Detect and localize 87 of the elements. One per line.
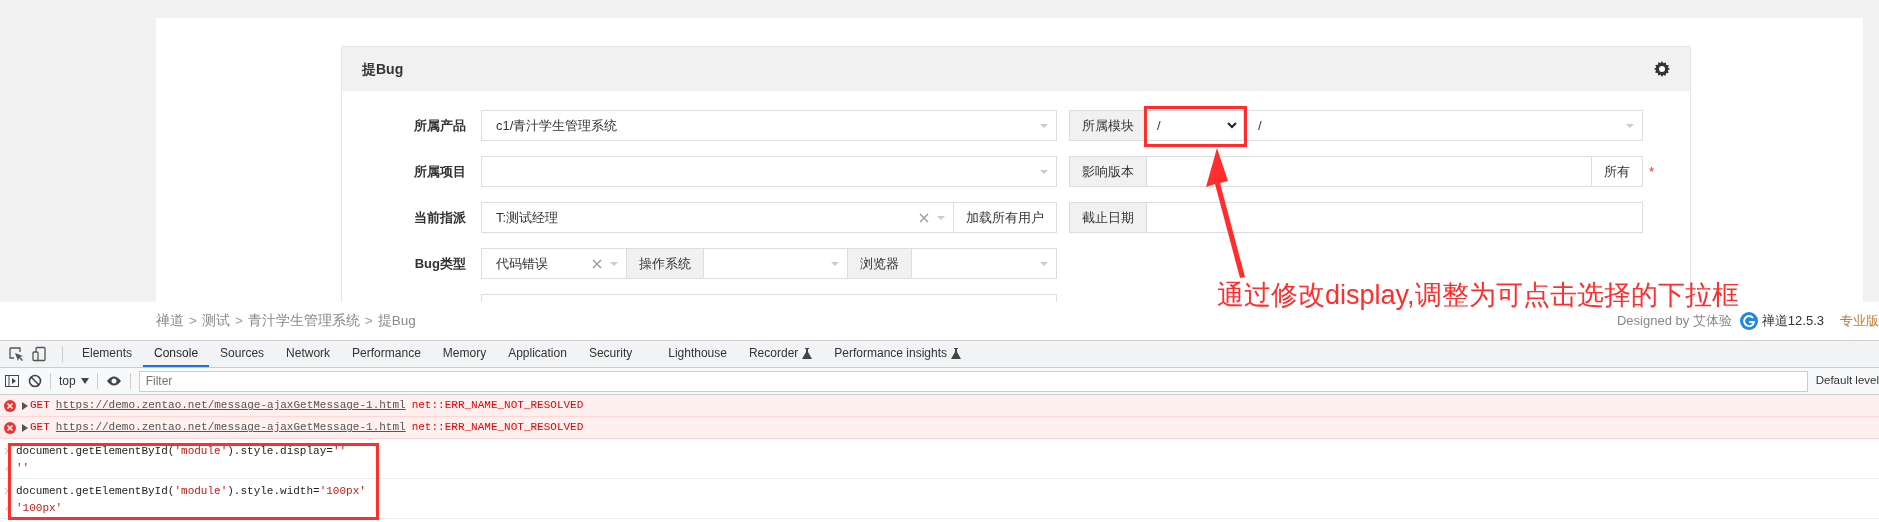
device-icon[interactable] <box>32 346 48 362</box>
select-field[interactable]: 代码错误 <box>481 248 627 279</box>
caret-icon <box>80 378 89 384</box>
caret-icon <box>1040 123 1048 128</box>
edition-link[interactable]: 专业版 <box>1840 311 1879 331</box>
filter-field[interactable]: Filter <box>138 370 1808 392</box>
select-field[interactable] <box>481 156 1057 187</box>
devtools-tab[interactable]: Performance <box>341 341 432 367</box>
selected-value: c1/青汁学生管理系统 <box>496 116 619 135</box>
console-command: document.getElementById('module').style.display='' <box>16 443 347 459</box>
expand-icon[interactable] <box>22 401 28 410</box>
field-label: 当前指派 <box>413 208 467 227</box>
error-icon <box>4 399 16 412</box>
eye-icon[interactable] <box>105 375 122 387</box>
field-label: 操作系统 <box>625 248 704 279</box>
clear-icon[interactable] <box>919 212 929 223</box>
caret-icon <box>1040 169 1048 174</box>
chevron-icon <box>1227 122 1237 129</box>
error-message: net::ERR_NAME_NOT_RESOLVED <box>411 420 584 436</box>
field-label: 所属产品 <box>413 116 467 135</box>
field-label: 所属模块 <box>1069 110 1147 141</box>
selected-value: / <box>1157 116 1161 135</box>
breadcrumb-separator: > <box>189 311 197 330</box>
devtools-tab[interactable]: Lighthouse <box>657 341 738 367</box>
form-title: 提Bug <box>362 59 404 79</box>
clear-console-icon[interactable] <box>28 374 42 388</box>
select-field[interactable] <box>911 248 1057 279</box>
settings-icon[interactable] <box>1654 61 1670 77</box>
breadcrumb-separator: > <box>234 311 243 330</box>
select-field[interactable]: c1/青汁学生管理系统 <box>481 110 1057 141</box>
field-label: Bug类型 <box>413 254 467 273</box>
field-label: 浏览器 <box>847 248 913 279</box>
field-button[interactable]: 所有 <box>1591 156 1643 187</box>
request-url[interactable]: https://demo.zentao.net/message-ajaxGetMessage-1.html <box>55 419 406 436</box>
log-level-select[interactable]: Default level <box>1815 372 1879 390</box>
devtools-tab[interactable]: Security <box>577 341 644 367</box>
prompt-icon <box>4 487 10 495</box>
designed-by-text: Designed by 艾体验 <box>1616 312 1732 331</box>
caret-icon <box>937 215 945 220</box>
error-icon <box>4 421 16 434</box>
field-label: 影响版本 <box>1069 156 1147 187</box>
result-icon <box>4 504 10 513</box>
sidebar-toggle-icon[interactable] <box>4 373 20 389</box>
field-button[interactable]: 加载所有用户 <box>953 202 1057 233</box>
devtools-tab[interactable]: Performance insights <box>823 341 973 367</box>
caret-icon <box>831 261 840 266</box>
dropdown-select[interactable]: / <box>1146 110 1244 141</box>
caret-icon <box>1626 123 1634 128</box>
devtools-tab[interactable]: Network <box>275 341 342 367</box>
breadcrumb-item[interactable]: 禅道 <box>156 310 184 332</box>
request-method: GET <box>30 420 50 436</box>
select-field[interactable]: T:测试经理 <box>481 202 954 233</box>
devtools-tab[interactable]: Memory <box>431 341 498 367</box>
field-label: 截止日期 <box>1069 202 1147 233</box>
clear-icon[interactable] <box>591 258 602 269</box>
error-message: net::ERR_NAME_NOT_RESOLVED <box>411 398 584 414</box>
devtools-tab[interactable]: Sources <box>209 341 276 367</box>
input-field[interactable] <box>1146 156 1592 187</box>
selected-value: / <box>1258 116 1263 135</box>
console-command: document.getElementById('module').style.width='100px' <box>16 483 366 499</box>
selected-value: T:测试经理 <box>496 208 560 227</box>
request-method: GET <box>30 398 50 414</box>
field-label: 所属项目 <box>413 162 467 181</box>
inspect-icon[interactable] <box>8 346 24 362</box>
required-mark: * <box>1648 162 1656 181</box>
devtools-tab[interactable]: Application <box>497 341 578 367</box>
version-text: 禅道12.5.3 <box>1761 312 1824 331</box>
request-url[interactable]: https://demo.zentao.net/message-ajaxGetMessage-1.html <box>55 397 406 414</box>
caret-icon <box>1040 261 1048 266</box>
expand-icon[interactable] <box>22 423 28 432</box>
select-field[interactable] <box>702 248 849 279</box>
selected-value: 代码错误 <box>496 254 549 273</box>
annotation-text: 通过修改display,调整为可点击选择的下拉框 <box>1217 279 1739 312</box>
devtools-tab[interactable]: Recorder <box>737 341 824 367</box>
breadcrumb-separator: > <box>364 311 373 330</box>
context-select[interactable]: top <box>59 372 89 390</box>
result-icon <box>4 464 10 473</box>
prompt-icon <box>4 447 10 455</box>
breadcrumb-item[interactable]: 测试 <box>201 310 230 332</box>
logo-icon <box>1739 312 1758 330</box>
caret-icon <box>609 261 618 266</box>
console-result: '100px' <box>16 501 63 517</box>
breadcrumb-item[interactable]: 青汁学生管理系统 <box>247 310 360 332</box>
devtools-tab[interactable]: Elements <box>71 341 144 367</box>
input-field[interactable] <box>1146 202 1643 233</box>
console-result: '' <box>16 461 30 477</box>
breadcrumb-item[interactable]: 提Bug <box>377 310 416 332</box>
